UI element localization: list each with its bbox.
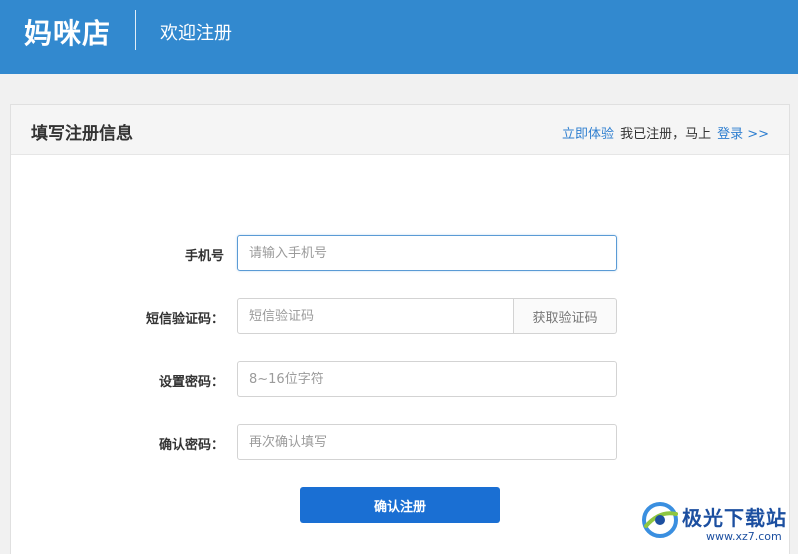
header-divider	[135, 10, 136, 50]
brand-logo-text[interactable]: 妈咪店	[24, 12, 111, 52]
get-sms-code-button[interactable]: 获取验证码	[514, 298, 617, 334]
set-password-input[interactable]	[237, 361, 617, 397]
already-registered-text: 我已注册，马上	[620, 127, 712, 142]
watermark-name: 极光下载站	[682, 506, 787, 530]
sms-code-input[interactable]	[237, 298, 514, 334]
page-subtitle: 欢迎注册	[160, 23, 232, 44]
confirm-password-input[interactable]	[237, 424, 617, 460]
phone-input[interactable]	[237, 235, 617, 271]
login-link[interactable]: 登录 >>	[717, 127, 769, 142]
sms-code-label: 短信验证码：	[145, 312, 224, 327]
watermark: 极光下载站 www.xz7.com	[640, 496, 792, 548]
watermark-url: www.xz7.com	[706, 530, 782, 543]
panel-title: 填写注册信息	[31, 124, 133, 144]
panel-header-links: 立即体验 我已注册，马上 登录 >>	[562, 123, 769, 142]
panel-header: 填写注册信息 立即体验 我已注册，马上 登录 >>	[11, 105, 789, 155]
confirm-register-button[interactable]: 确认注册	[300, 487, 500, 523]
confirm-password-label: 确认密码：	[158, 438, 224, 453]
watermark-logo-icon	[642, 502, 678, 538]
phone-label: 手机号	[184, 249, 224, 264]
top-header: 妈咪店 欢迎注册	[0, 0, 798, 74]
try-now-link[interactable]: 立即体验	[562, 127, 614, 142]
set-password-label: 设置密码：	[158, 375, 224, 390]
